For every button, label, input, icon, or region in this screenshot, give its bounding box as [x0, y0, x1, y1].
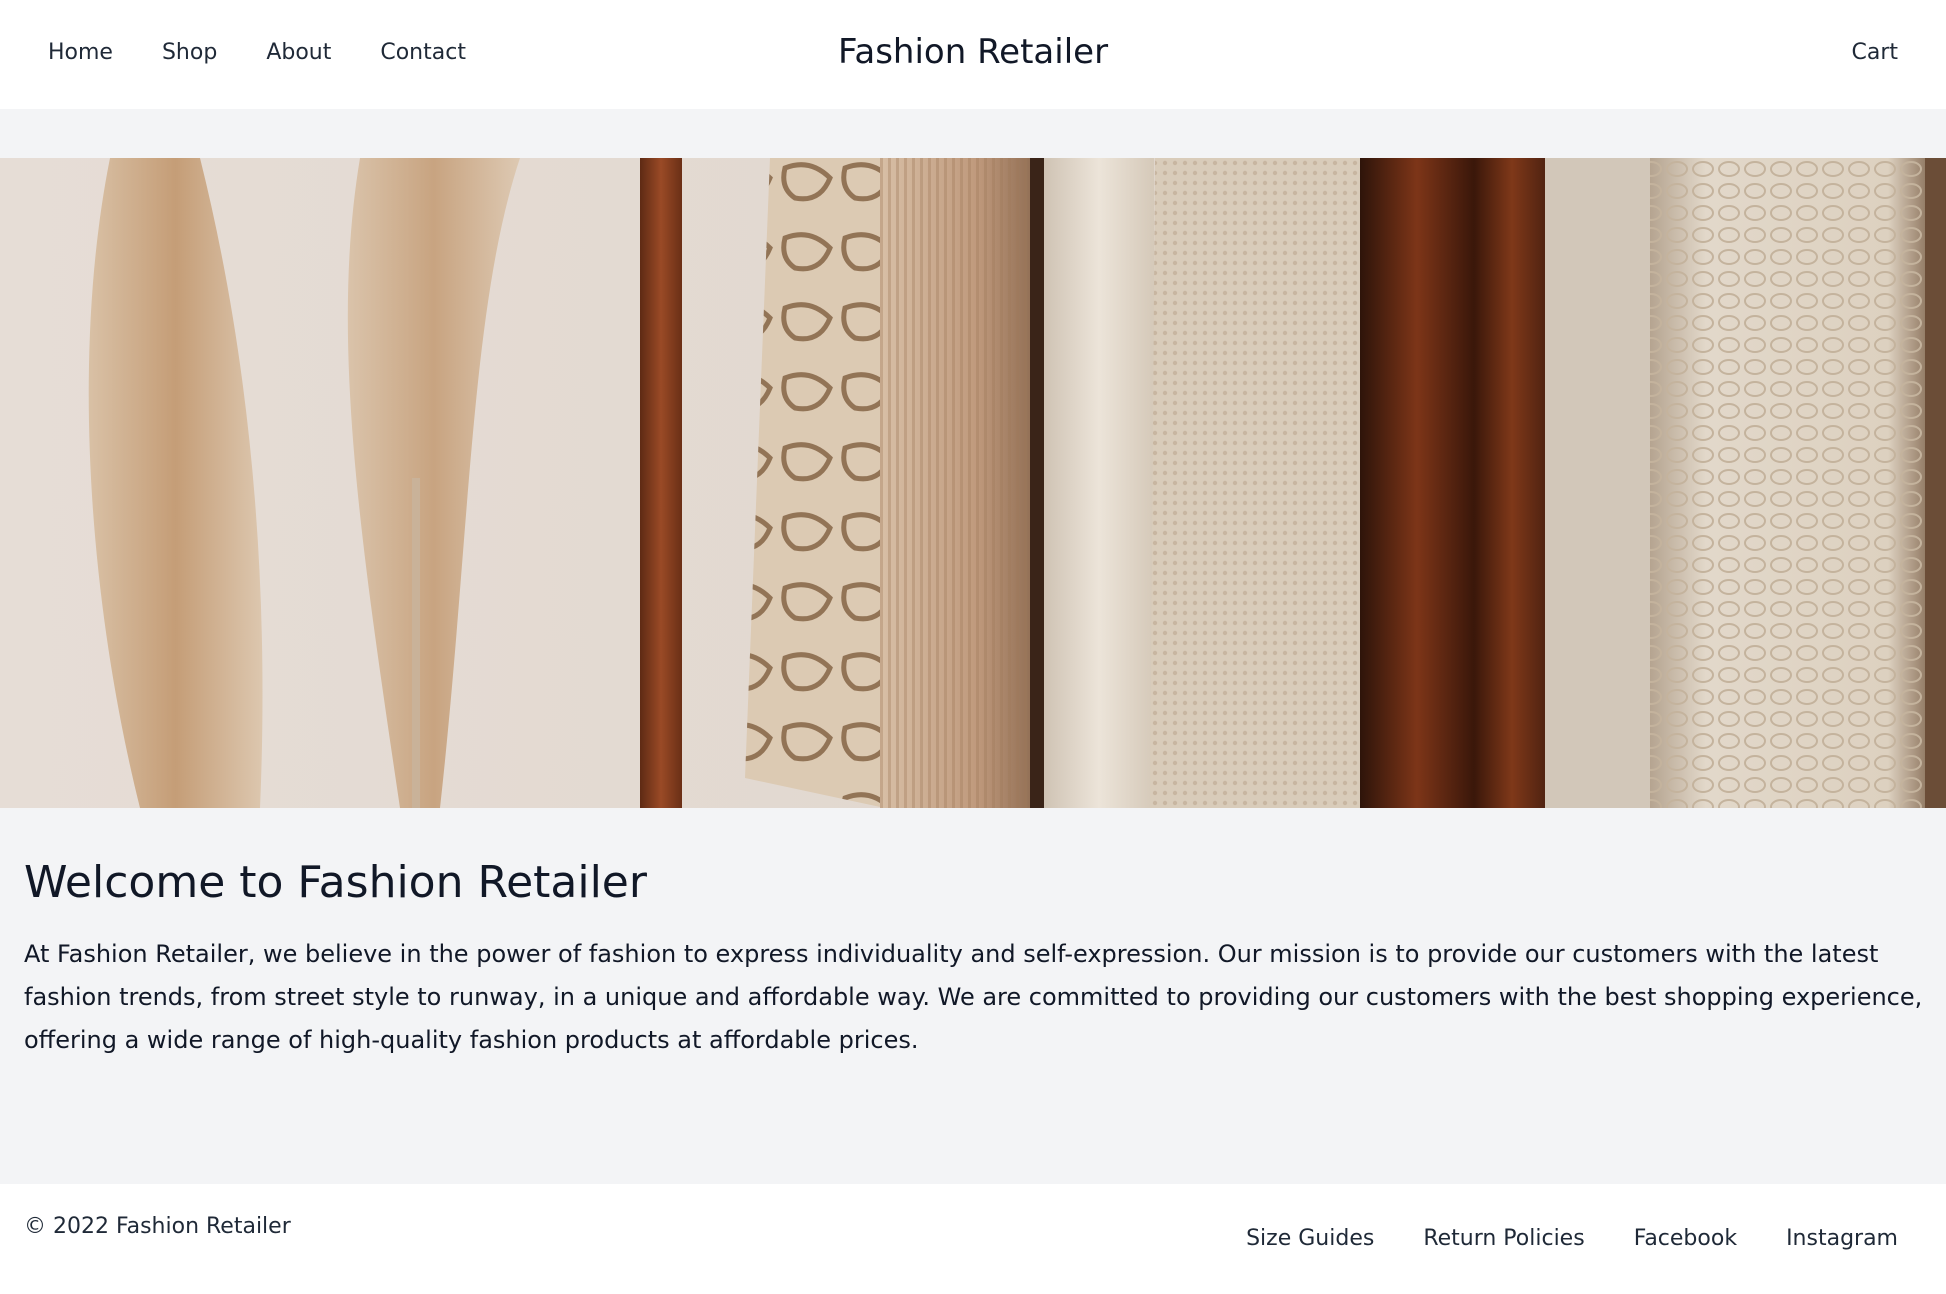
site-footer: © 2022 Fashion Retailer Size Guides Retu…: [0, 1184, 1946, 1294]
footer-facebook-link[interactable]: Facebook: [1634, 1224, 1737, 1254]
footer-return-policies-link[interactable]: Return Policies: [1423, 1224, 1584, 1254]
copyright-text: © 2022 Fashion Retailer: [24, 1214, 291, 1239]
hero-image: [0, 158, 1946, 808]
intro-paragraph: At Fashion Retailer, we believe in the p…: [24, 940, 1923, 1054]
cart-link[interactable]: Cart: [1851, 38, 1898, 68]
welcome-heading: Welcome to Fashion Retailer: [24, 857, 647, 908]
footer-instagram-link[interactable]: Instagram: [1786, 1224, 1898, 1254]
footer-size-guides-link[interactable]: Size Guides: [1246, 1224, 1374, 1254]
site-brand-title[interactable]: Fashion Retailer: [0, 30, 1946, 74]
footer-links: Size Guides Return Policies Facebook Ins…: [1197, 1224, 1898, 1254]
hero-clothing-rack-illustration: [0, 158, 1946, 808]
main-content: Welcome to Fashion Retailer At Fashion R…: [24, 855, 1922, 1062]
site-header: Home Shop About Contact Fashion Retailer…: [0, 0, 1946, 109]
